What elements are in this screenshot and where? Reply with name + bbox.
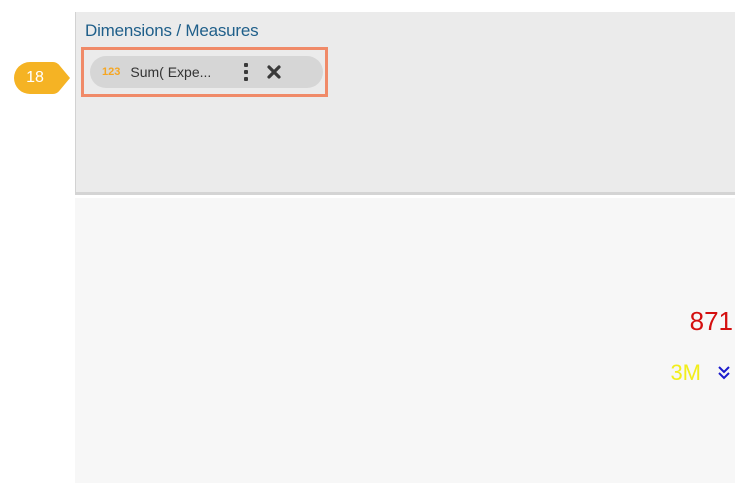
numeric-type-icon: 123 (102, 66, 121, 78)
kpi-value: 871 (689, 306, 733, 336)
vertical-ellipsis-icon[interactable] (238, 62, 254, 82)
panel-title: Dimensions / Measures (85, 21, 259, 40)
kpi-comparison: 3M (670, 360, 731, 386)
kpi-comparison-value: 3M (670, 360, 701, 385)
step-marker-number: 18 (26, 69, 44, 86)
double-chevron-down-icon (717, 365, 731, 381)
measure-chip-label[interactable]: Sum( Expe... (130, 64, 226, 80)
dimensions-measures-panel: Dimensions / Measures 123 Sum( Expe... (75, 12, 735, 195)
chip-highlight-box: 123 Sum( Expe... (81, 47, 328, 97)
measure-chip[interactable]: 123 Sum( Expe... (90, 56, 323, 88)
chart-canvas: 871 3M (75, 198, 735, 483)
close-icon[interactable] (266, 64, 282, 80)
page-root: Dimensions / Measures 123 Sum( Expe... 1… (0, 0, 735, 483)
step-marker: 18 (13, 61, 71, 95)
